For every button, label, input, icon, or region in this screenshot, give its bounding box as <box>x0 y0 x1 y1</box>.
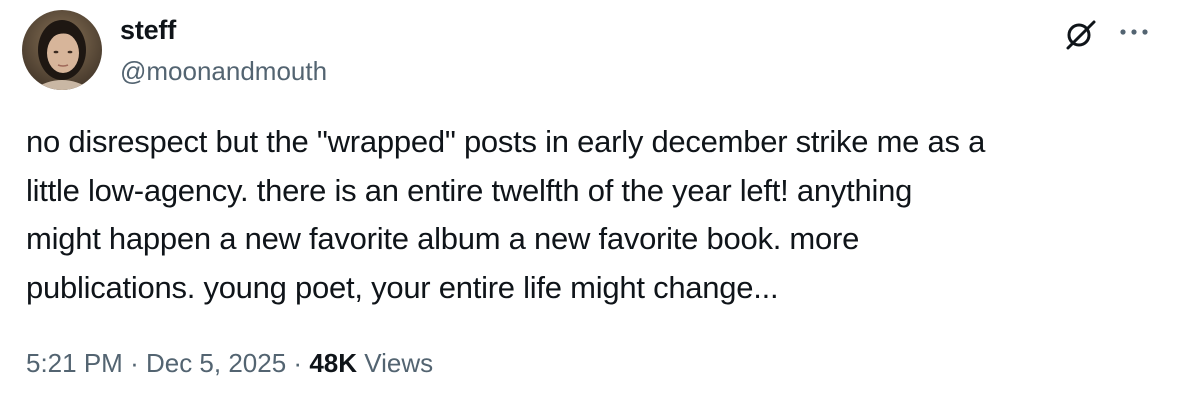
author-handle[interactable]: @moonandmouth <box>120 54 327 88</box>
tweet-text: no disrespect but the "wrapped" posts in… <box>26 124 986 305</box>
meta-separator: · <box>130 348 139 378</box>
author-display-name[interactable]: steff <box>120 13 176 47</box>
meta-separator: · <box>293 348 303 378</box>
avatar[interactable] <box>22 10 102 90</box>
grok-icon[interactable] <box>1064 17 1098 51</box>
views-label: Views <box>364 348 434 378</box>
tweet-date[interactable]: Dec 5, 2025 <box>146 348 286 378</box>
views-count: 48K <box>309 348 358 378</box>
views-link[interactable]: 48K Views <box>309 348 433 378</box>
tweet-metadata: 5:21 PM · Dec 5, 2025 · 48K Views <box>26 343 433 383</box>
more-options-icon[interactable] <box>1117 22 1151 42</box>
tweet-card: steff @moonandmouth no disrespect but th… <box>0 0 1186 410</box>
tweet-time[interactable]: 5:21 PM <box>26 348 123 378</box>
avatar-photo <box>22 10 102 90</box>
